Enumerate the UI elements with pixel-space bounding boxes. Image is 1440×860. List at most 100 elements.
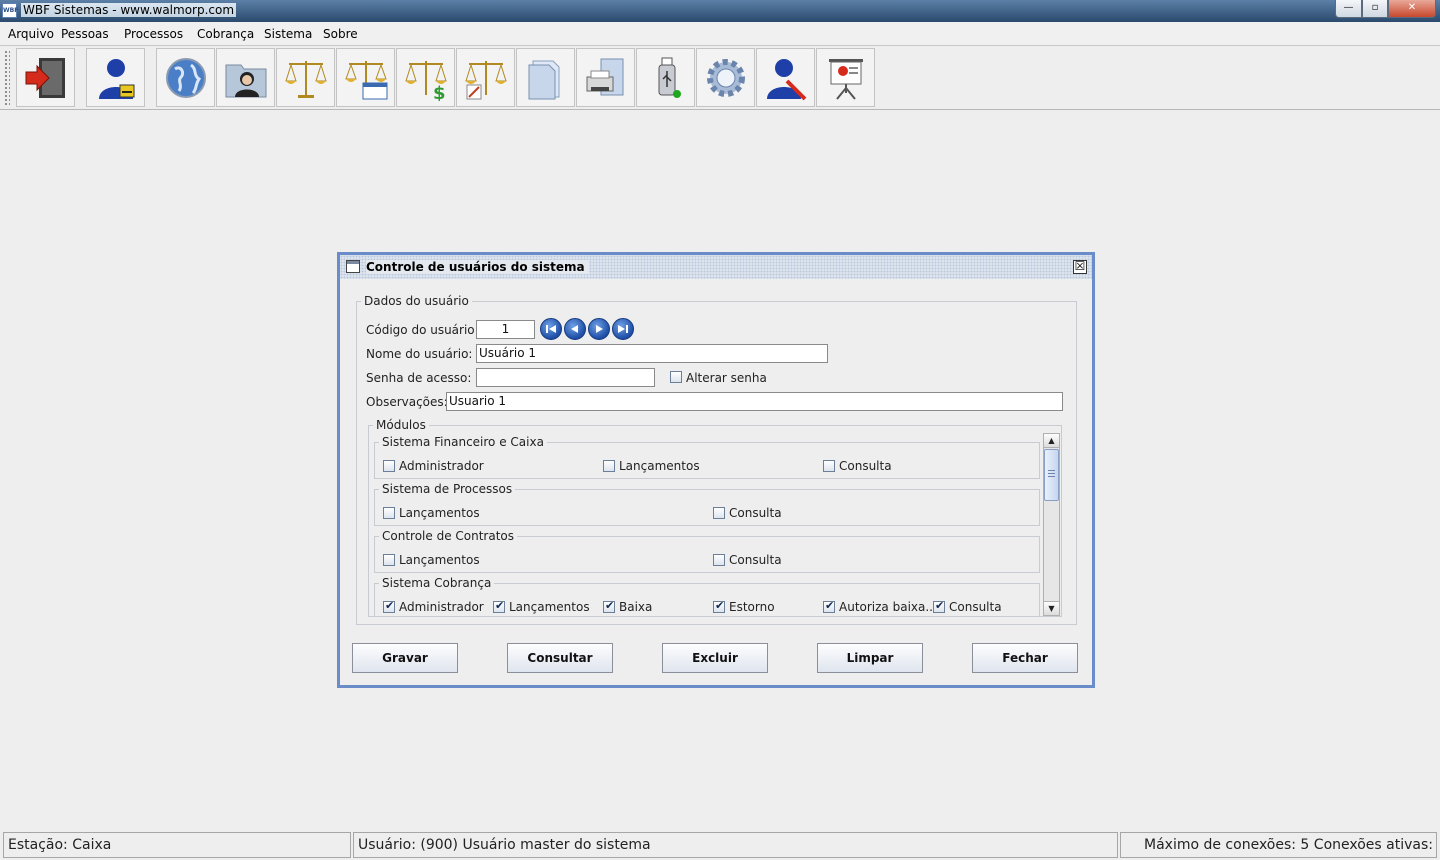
fechar-button[interactable]: Fechar [972, 643, 1078, 673]
cobranca-consulta-label[interactable]: Consulta [949, 600, 1002, 614]
status-user: Usuário: (900) Usuário master do sistema [353, 832, 1118, 858]
cobranca-estorno-label[interactable]: Estorno [729, 600, 775, 614]
next-record-icon [596, 325, 603, 333]
cobranca-admin-label[interactable]: Administrador [399, 600, 484, 614]
module-financeiro-title: Sistema Financeiro e Caixa [379, 435, 547, 449]
modules-scroll-area[interactable]: Sistema Financeiro e Caixa Administrador… [374, 434, 1062, 617]
toolbar-scales-edit-button[interactable] [456, 48, 515, 107]
usb-drive-icon [658, 57, 681, 98]
nav-previous-button[interactable] [564, 318, 586, 340]
gear-icon [707, 59, 745, 97]
scales-money-icon: $ [405, 61, 447, 101]
password-label: Senha de acesso: [366, 371, 472, 385]
cobranca-autoriza-baixa-label[interactable]: Autoriza baixa... [839, 600, 937, 614]
nav-last-button[interactable] [612, 318, 634, 340]
user-data-group-label: Dados do usuário [361, 294, 472, 308]
contratos-consulta-label[interactable]: Consulta [729, 553, 782, 567]
consultar-button[interactable]: Consultar [507, 643, 613, 673]
scroll-thumb[interactable] [1044, 449, 1059, 501]
cobranca-lancamentos-checkbox[interactable] [493, 599, 505, 613]
financeiro-lancamentos-checkbox[interactable] [603, 460, 615, 472]
toolbar-user-edit-button[interactable] [756, 48, 815, 107]
documents-icon [528, 60, 560, 100]
minimize-button[interactable]: — [1335, 0, 1362, 18]
gravar-button[interactable]: Gravar [352, 643, 458, 673]
dialog-title-bar[interactable]: Controle de usuários do sistema ☒ [340, 255, 1092, 279]
toolbar-globe-button[interactable] [156, 48, 215, 107]
toolbar-scales-money-button[interactable]: $ [396, 48, 455, 107]
modules-scrollbar[interactable]: ▲ ▼ [1043, 433, 1060, 616]
financeiro-admin-label[interactable]: Administrador [399, 459, 484, 473]
close-window-button[interactable]: ✕ [1388, 0, 1436, 18]
financeiro-lancamentos-label[interactable]: Lançamentos [619, 459, 700, 473]
menu-bar: Arquivo Pessoas Processos Cobrança Siste… [0, 22, 1440, 46]
scales-window-icon [345, 61, 388, 100]
toolbar-usb-button[interactable] [636, 48, 695, 107]
change-password-label[interactable]: Alterar senha [686, 371, 767, 385]
toolbar-contacts-button[interactable] [216, 48, 275, 107]
notes-field[interactable]: Usuario 1 [446, 392, 1063, 411]
toolbar-presentation-button[interactable] [816, 48, 875, 107]
toolbar-user-button[interactable] [86, 48, 145, 107]
change-password-checkbox[interactable] [670, 371, 682, 383]
toolbar-grip[interactable] [4, 50, 10, 106]
contratos-lancamentos-checkbox[interactable] [383, 554, 395, 566]
cobranca-autoriza-baixa-checkbox[interactable] [823, 599, 835, 613]
user-edit-icon [767, 59, 807, 101]
menu-cobranca[interactable]: Cobrança [197, 27, 254, 41]
excluir-button[interactable]: Excluir [662, 643, 768, 673]
toolbar-documents-button[interactable] [516, 48, 575, 107]
financeiro-consulta-checkbox[interactable] [823, 460, 835, 472]
module-cobranca-title: Sistema Cobrança [379, 576, 495, 590]
scales-edit-icon [465, 61, 507, 100]
nav-first-button[interactable] [540, 318, 562, 340]
svg-text:$: $ [433, 83, 446, 101]
menu-arquivo[interactable]: Arquivo [8, 27, 54, 41]
status-connections: Máximo de conexões: 5 Conexões ativas: 1 [1120, 832, 1437, 858]
toolbar-printer-button[interactable] [576, 48, 635, 107]
user-icon [99, 59, 135, 99]
module-processos-title: Sistema de Processos [379, 482, 516, 496]
processos-lancamentos-label[interactable]: Lançamentos [399, 506, 480, 520]
menu-processos[interactable]: Processos [124, 27, 183, 41]
cobranca-lancamentos-label[interactable]: Lançamentos [509, 600, 590, 614]
status-station: Estação: Caixa [3, 832, 351, 858]
user-control-dialog: Controle de usuários do sistema ☒ Dados … [337, 252, 1095, 688]
dialog-title: Controle de usuários do sistema [366, 260, 589, 274]
window-title-bar: WBF WBF Sistemas - www.walmorp.com — ▫ ✕ [0, 0, 1440, 22]
password-field[interactable] [476, 368, 655, 387]
window-icon [346, 260, 360, 273]
previous-record-icon [571, 325, 578, 333]
toolbar-scales-button[interactable] [276, 48, 335, 107]
menu-pessoas[interactable]: Pessoas [61, 27, 109, 41]
financeiro-consulta-label[interactable]: Consulta [839, 459, 892, 473]
toolbar-scales-window-button[interactable] [336, 48, 395, 107]
printer-icon [586, 58, 624, 96]
notes-label: Observações: [366, 395, 448, 409]
code-field[interactable]: 1 [476, 320, 535, 339]
processos-lancamentos-checkbox[interactable] [383, 507, 395, 519]
scroll-down-icon[interactable]: ▼ [1044, 601, 1059, 615]
contratos-consulta-checkbox[interactable] [713, 554, 725, 566]
toolbar-settings-button[interactable] [696, 48, 755, 107]
menu-sobre[interactable]: Sobre [323, 27, 358, 41]
maximize-button[interactable]: ▫ [1362, 0, 1388, 18]
processos-consulta-checkbox[interactable] [713, 507, 725, 519]
cobranca-admin-checkbox[interactable] [383, 599, 395, 613]
limpar-button[interactable]: Limpar [817, 643, 923, 673]
cobranca-baixa-checkbox[interactable] [603, 599, 615, 613]
cobranca-baixa-label[interactable]: Baixa [619, 600, 652, 614]
toolbar-exit-button[interactable] [16, 48, 75, 107]
contacts-folder-icon [225, 64, 267, 98]
nav-next-button[interactable] [588, 318, 610, 340]
contratos-lancamentos-label[interactable]: Lançamentos [399, 553, 480, 567]
financeiro-admin-checkbox[interactable] [383, 460, 395, 472]
menu-sistema[interactable]: Sistema [264, 27, 312, 41]
dialog-close-button[interactable]: ☒ [1073, 260, 1087, 274]
scales-icon [285, 61, 327, 98]
cobranca-estorno-checkbox[interactable] [713, 599, 725, 613]
name-field[interactable]: Usuário 1 [476, 344, 828, 363]
processos-consulta-label[interactable]: Consulta [729, 506, 782, 520]
scroll-up-icon[interactable]: ▲ [1044, 434, 1059, 448]
cobranca-consulta-checkbox[interactable] [933, 599, 945, 613]
